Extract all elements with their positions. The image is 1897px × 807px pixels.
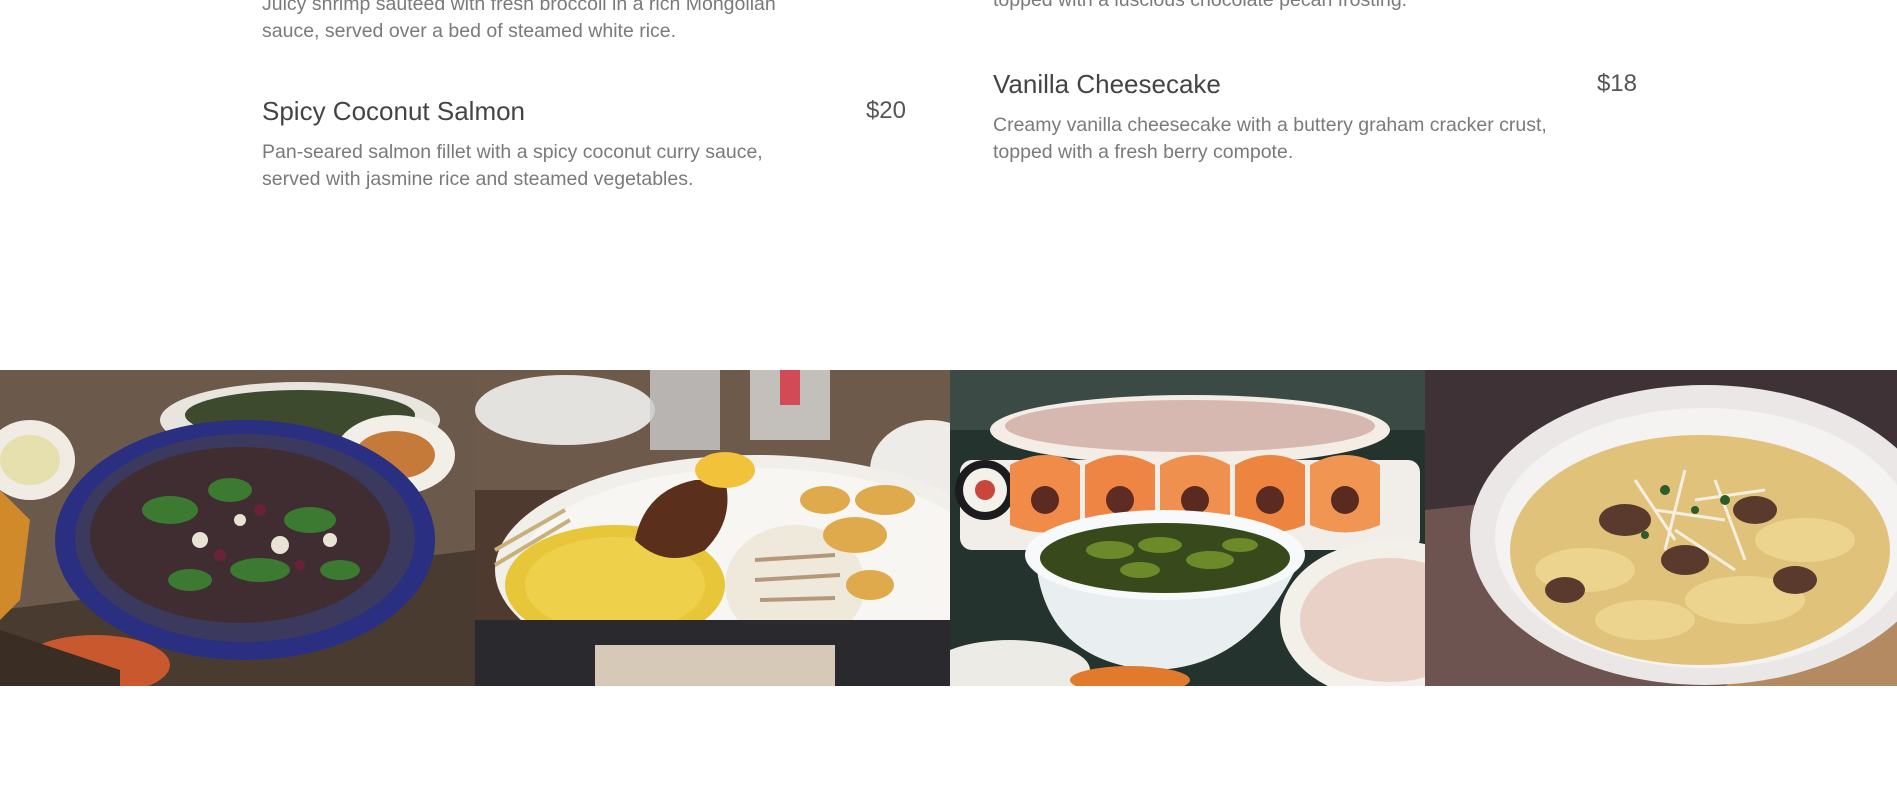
menu-item-title: Spicy Coconut Salmon <box>262 96 526 126</box>
pasta-photo[interactable] <box>1425 370 1897 686</box>
menu-item-description: Creamy vanilla cheesecake with a buttery… <box>993 114 1547 163</box>
menu-item-price: $18 <box>1596 70 1637 97</box>
salad-photo[interactable] <box>0 370 475 686</box>
menu-item-description-partial: topped with a luscious chocolate pecan f… <box>993 0 1408 11</box>
menu-item-description: Pan-seared salmon fillet with a spicy co… <box>262 141 763 190</box>
sushi-photo[interactable] <box>950 370 1425 686</box>
menu-item-title: Vanilla Cheesecake <box>993 69 1221 99</box>
menu-item-price: $20 <box>865 97 906 124</box>
menu-item-description-partial: Juicy shrimp sautéed with fresh broccoli… <box>262 0 776 42</box>
food-photo-gallery <box>0 370 1897 686</box>
grilled-squid-photo[interactable] <box>475 370 950 686</box>
menu-section: Juicy shrimp sautéed with fresh broccoli… <box>0 0 1897 370</box>
